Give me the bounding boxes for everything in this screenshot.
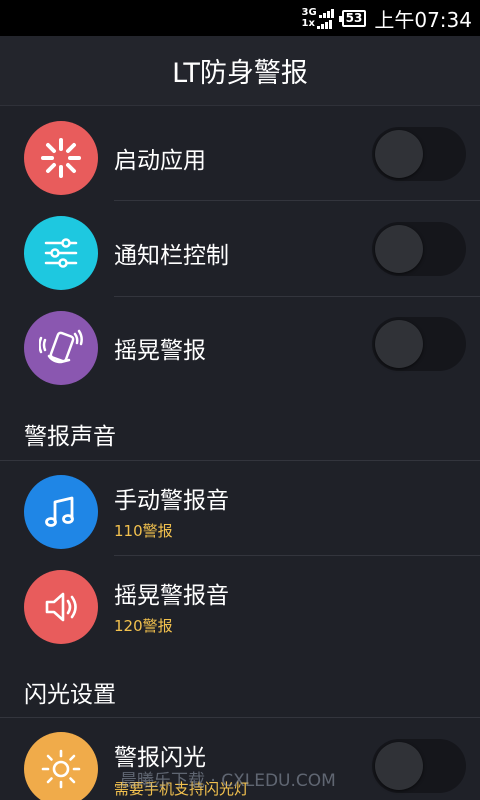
setting-label: 手动警报音 bbox=[114, 488, 229, 514]
start-app-toggle[interactable] bbox=[372, 127, 466, 181]
section-header-sound: 警报声音 bbox=[24, 424, 116, 450]
setting-value: 120警报 bbox=[114, 617, 173, 635]
network-type-3g: 3G bbox=[301, 7, 317, 18]
setting-row-shake-alarm[interactable]: 摇晃警报 bbox=[0, 297, 480, 392]
divider bbox=[114, 200, 480, 201]
section-header-flash: 闪光设置 bbox=[24, 682, 116, 708]
setting-label: 摇晃警报 bbox=[114, 338, 206, 364]
setting-value: 110警报 bbox=[114, 522, 173, 540]
alarm-flash-toggle[interactable] bbox=[372, 739, 466, 793]
app-bar: LT防身警报 bbox=[0, 36, 480, 106]
status-bar: 3G 1x 53 上午07:34 bbox=[0, 0, 480, 36]
setting-label: 启动应用 bbox=[114, 148, 206, 174]
setting-row-shake-alarm-sound[interactable]: 摇晃警报音 120警报 bbox=[0, 556, 480, 651]
battery-icon: 53 bbox=[338, 9, 367, 27]
network-type-1x: 1x bbox=[301, 18, 315, 29]
shaking-phone-icon bbox=[24, 311, 98, 385]
watermark: 晨曦乐下载 · CXLEDU.COM bbox=[120, 771, 336, 791]
setting-row-start-app[interactable]: 启动应用 bbox=[0, 107, 480, 202]
clock: 上午07:34 bbox=[374, 7, 472, 32]
setting-row-manual-alarm-sound[interactable]: 手动警报音 110警报 bbox=[0, 461, 480, 556]
signal-bars-icon bbox=[316, 20, 332, 29]
sparkle-icon bbox=[24, 121, 98, 195]
notification-control-toggle[interactable] bbox=[372, 222, 466, 276]
signal-bars-icon bbox=[318, 9, 334, 18]
setting-row-notification-control[interactable]: 通知栏控制 bbox=[0, 202, 480, 297]
shake-alarm-toggle[interactable] bbox=[372, 317, 466, 371]
speaker-icon bbox=[24, 570, 98, 644]
setting-label: 通知栏控制 bbox=[114, 243, 229, 269]
page-title: LT防身警报 bbox=[172, 58, 308, 89]
sun-icon bbox=[24, 732, 98, 800]
sliders-icon bbox=[24, 216, 98, 290]
network-indicator: 3G 1x bbox=[301, 7, 334, 29]
setting-label: 摇晃警报音 bbox=[114, 583, 229, 609]
music-note-icon bbox=[24, 475, 98, 549]
